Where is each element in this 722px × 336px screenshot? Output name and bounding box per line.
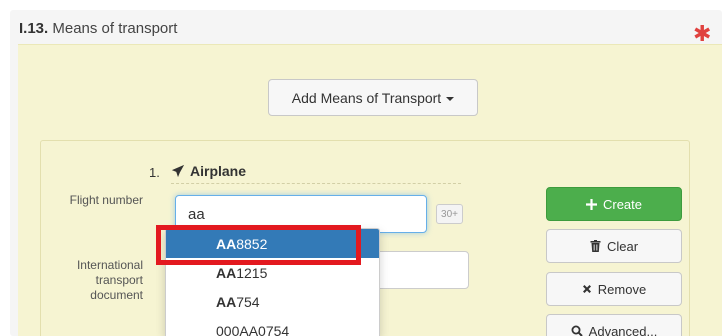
section-number: I.13.	[19, 20, 49, 37]
search-icon	[571, 325, 583, 336]
option-match: AA	[216, 264, 237, 281]
option-rest: 000AA0754	[216, 322, 290, 336]
remove-button[interactable]: Remove	[546, 272, 682, 306]
flight-number-label: Flight number	[69, 193, 143, 207]
section-title: Means of transport	[48, 20, 178, 37]
caret-down-icon	[446, 96, 455, 101]
close-icon	[582, 284, 592, 294]
highlight-annotation-box	[156, 225, 361, 265]
transport-type-label: Airplane	[190, 163, 247, 179]
transport-index: 1.	[149, 165, 160, 180]
required-icon: ✱	[693, 21, 712, 46]
char-counter-badge: 30+	[436, 204, 463, 224]
divider	[171, 183, 461, 184]
option-match: AA	[216, 293, 237, 310]
plus-icon	[585, 198, 597, 210]
add-means-of-transport-button[interactable]: Add Means of Transport	[268, 79, 478, 116]
advanced-label: Advanced...	[588, 323, 658, 336]
create-label: Create	[602, 196, 643, 212]
transport-type: Airplane	[171, 163, 246, 179]
add-means-of-transport-label: Add Means of Transport	[291, 89, 442, 106]
remove-label: Remove	[597, 281, 647, 297]
autocomplete-option[interactable]: AA 754	[166, 287, 379, 316]
option-rest: 1215	[236, 264, 268, 281]
panel-title: I.13. Means of transport	[19, 20, 177, 37]
airplane-icon	[171, 164, 185, 178]
clear-label: Clear	[606, 238, 639, 254]
trash-icon	[590, 240, 601, 252]
intl-transport-doc-label: International transport document	[76, 258, 143, 302]
create-button[interactable]: Create	[546, 187, 682, 221]
autocomplete-option[interactable]: 000AA0754	[166, 316, 379, 336]
clear-button[interactable]: Clear	[546, 229, 682, 263]
advanced-button[interactable]: Advanced...	[546, 314, 682, 336]
option-rest: 754	[236, 293, 260, 310]
